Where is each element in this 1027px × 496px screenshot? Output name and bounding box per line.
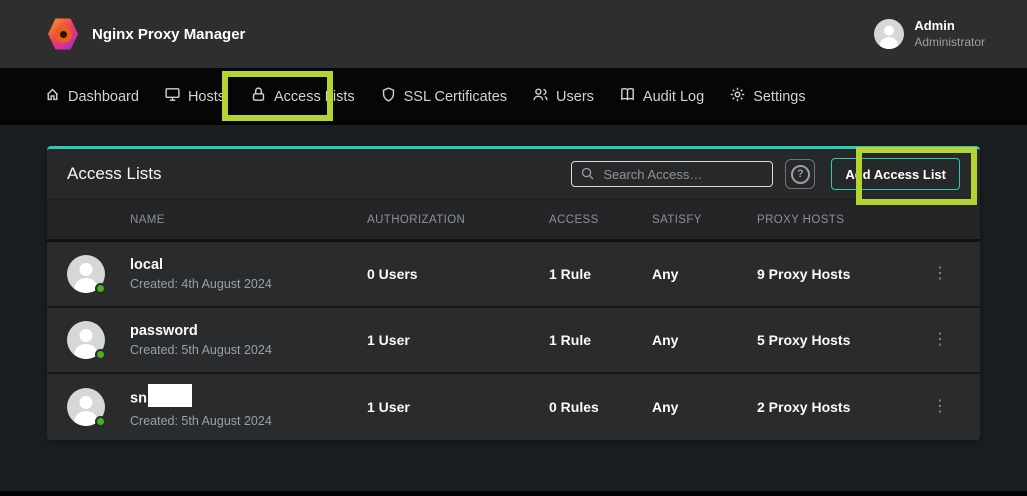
access-list-created: Created: 5th August 2024 <box>130 343 367 357</box>
user-role: Administrator <box>914 35 985 50</box>
nav-label: Hosts <box>188 89 225 105</box>
status-online-dot <box>95 283 106 294</box>
help-button[interactable]: ? <box>785 159 815 189</box>
access-list-name: sn <box>130 387 367 410</box>
shield-icon <box>380 86 397 107</box>
access-list-created: Created: 4th August 2024 <box>130 277 367 291</box>
row-avatar <box>67 255 105 293</box>
app-title: Nginx Proxy Manager <box>92 26 245 43</box>
redaction-box <box>148 384 192 407</box>
status-online-dot <box>95 349 106 360</box>
user-avatar <box>874 19 904 49</box>
bottom-strip <box>0 491 1027 496</box>
lock-icon <box>250 86 267 107</box>
cell-access: 0 Rules <box>549 399 652 415</box>
table-header: NAME AUTHORIZATION ACCESS SATISFY PROXY … <box>47 200 980 242</box>
monitor-icon <box>164 86 181 107</box>
person-icon <box>874 19 904 49</box>
column-header-authorization: AUTHORIZATION <box>367 214 549 226</box>
nav-item-access-lists[interactable]: Access Lists <box>250 86 355 107</box>
row-avatar <box>67 321 105 359</box>
search-icon <box>580 166 595 186</box>
cell-authorization: 0 Users <box>367 266 549 282</box>
cell-satisfy: Any <box>652 266 757 282</box>
row-avatar <box>67 388 105 426</box>
user-name: Admin <box>914 18 985 34</box>
logo-ring <box>55 26 72 43</box>
app-header: Nginx Proxy Manager Admin Administrator <box>0 0 1027 68</box>
nav-label: SSL Certificates <box>404 89 507 105</box>
nav-label: Settings <box>753 89 805 105</box>
nav-label: Users <box>556 89 594 105</box>
column-header-satisfy: SATISFY <box>652 214 757 226</box>
nav-item-ssl-certificates[interactable]: SSL Certificates <box>380 86 507 107</box>
cell-satisfy: Any <box>652 332 757 348</box>
cell-proxy-hosts: 2 Proxy Hosts <box>757 399 920 415</box>
table-row[interactable]: local Created: 4th August 2024 0 Users 1… <box>47 242 980 308</box>
cell-authorization: 1 User <box>367 399 549 415</box>
cell-access: 1 Rule <box>549 266 652 282</box>
kebab-menu-icon[interactable]: ⋮ <box>920 332 960 348</box>
column-header-access: ACCESS <box>549 214 652 226</box>
nav-item-audit-log[interactable]: Audit Log <box>619 86 704 107</box>
home-icon <box>44 86 61 107</box>
table-row[interactable]: password Created: 5th August 2024 1 User… <box>47 308 980 374</box>
nav-label: Dashboard <box>68 89 139 105</box>
cell-proxy-hosts: 5 Proxy Hosts <box>757 332 920 348</box>
column-header-name: NAME <box>130 214 367 226</box>
table-row[interactable]: sn Created: 5th August 2024 1 User 0 Rul… <box>47 374 980 440</box>
search-input[interactable] <box>571 161 773 187</box>
users-icon <box>532 86 549 107</box>
page-title: Access Lists <box>67 164 161 184</box>
status-online-dot <box>95 416 106 427</box>
cell-satisfy: Any <box>652 399 757 415</box>
main-nav: Dashboard Hosts Access Lists SSL Certifi… <box>0 68 1027 125</box>
nav-item-dashboard[interactable]: Dashboard <box>44 86 139 107</box>
add-access-list-button[interactable]: Add Access List <box>831 158 960 190</box>
access-lists-panel: Access Lists ? Add Access List NAME AUTH… <box>47 146 980 440</box>
nav-item-hosts[interactable]: Hosts <box>164 86 225 107</box>
access-list-name: local <box>130 257 367 273</box>
app-logo <box>48 18 78 51</box>
kebab-menu-icon[interactable]: ⋮ <box>920 266 960 282</box>
column-header-proxy-hosts: PROXY HOSTS <box>757 214 920 226</box>
kebab-menu-icon[interactable]: ⋮ <box>920 399 960 415</box>
nav-item-settings[interactable]: Settings <box>729 86 805 107</box>
cell-authorization: 1 User <box>367 332 549 348</box>
nav-label: Access Lists <box>274 89 355 105</box>
user-menu[interactable]: Admin Administrator <box>874 18 985 49</box>
help-icon: ? <box>791 165 810 184</box>
access-list-created: Created: 5th August 2024 <box>130 414 367 428</box>
gear-icon <box>729 86 746 107</box>
cell-access: 1 Rule <box>549 332 652 348</box>
book-icon <box>619 86 636 107</box>
nav-item-users[interactable]: Users <box>532 86 594 107</box>
cell-proxy-hosts: 9 Proxy Hosts <box>757 266 920 282</box>
access-list-name: password <box>130 323 367 339</box>
nav-label: Audit Log <box>643 89 704 105</box>
